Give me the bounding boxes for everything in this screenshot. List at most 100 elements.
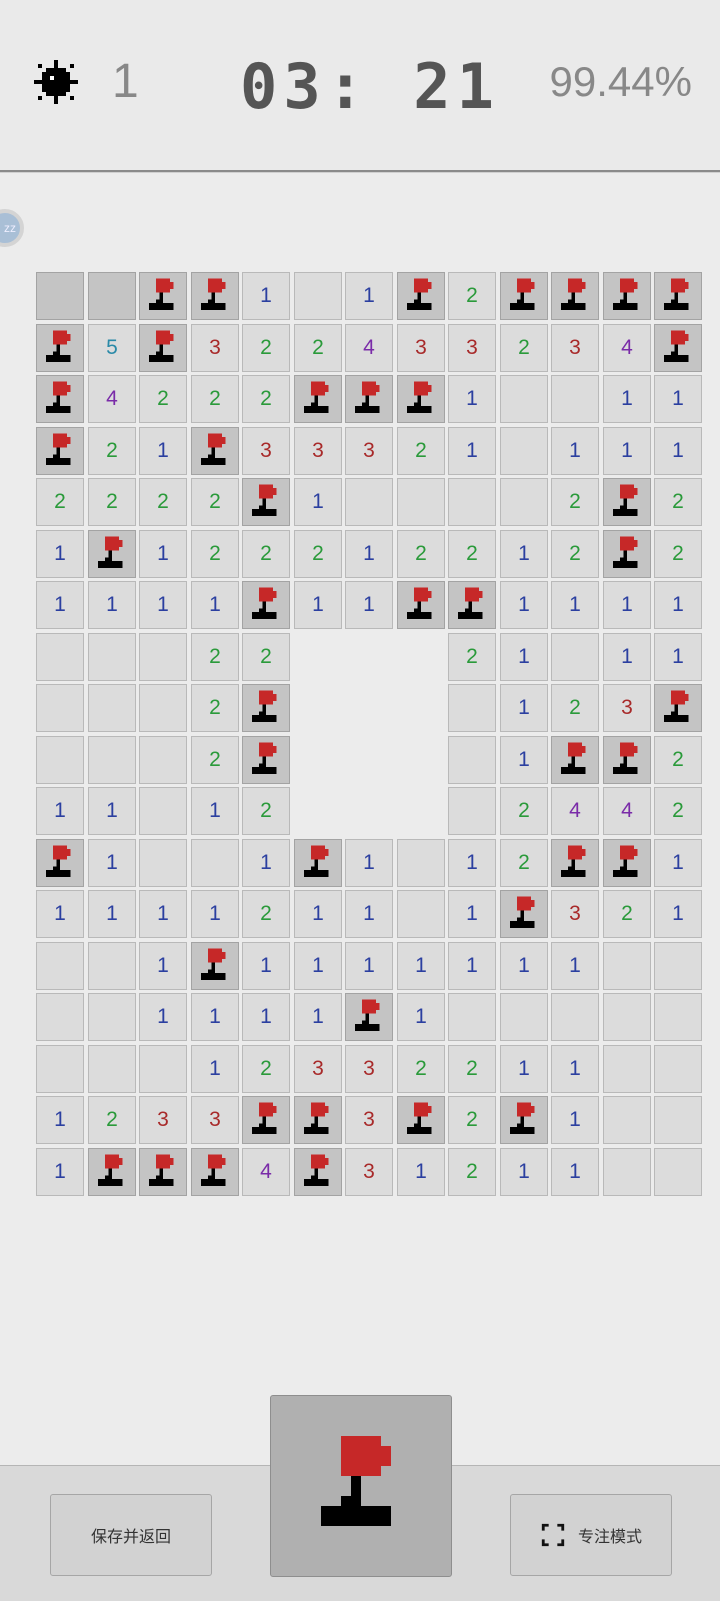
flagged-cell[interactable] xyxy=(654,684,702,732)
number-cell[interactable]: 2 xyxy=(242,530,290,578)
number-cell[interactable]: 2 xyxy=(242,1045,290,1093)
number-cell[interactable]: 1 xyxy=(139,427,187,475)
revealed-empty-cell[interactable] xyxy=(139,1045,187,1093)
revealed-empty-cell[interactable] xyxy=(139,684,187,732)
revealed-empty-cell[interactable] xyxy=(397,890,445,938)
number-cell[interactable]: 2 xyxy=(88,478,136,526)
revealed-empty-cell[interactable] xyxy=(448,993,496,1041)
number-cell[interactable]: 2 xyxy=(551,478,599,526)
number-cell[interactable]: 1 xyxy=(36,581,84,629)
flagged-cell[interactable] xyxy=(654,324,702,372)
revealed-empty-cell[interactable] xyxy=(500,375,548,423)
number-cell[interactable]: 2 xyxy=(448,1148,496,1196)
flagged-cell[interactable] xyxy=(294,1148,342,1196)
number-cell[interactable]: 2 xyxy=(191,633,239,681)
number-cell[interactable]: 1 xyxy=(448,839,496,887)
number-cell[interactable]: 2 xyxy=(448,272,496,320)
number-cell[interactable]: 2 xyxy=(191,684,239,732)
number-cell[interactable]: 2 xyxy=(551,684,599,732)
number-cell[interactable]: 1 xyxy=(88,787,136,835)
number-cell[interactable]: 2 xyxy=(242,890,290,938)
floating-sleep-badge[interactable]: zz xyxy=(0,209,24,247)
revealed-empty-cell[interactable] xyxy=(139,736,187,784)
number-cell[interactable]: 1 xyxy=(551,942,599,990)
revealed-empty-cell[interactable] xyxy=(139,787,187,835)
number-cell[interactable]: 4 xyxy=(345,324,393,372)
number-cell[interactable]: 1 xyxy=(654,427,702,475)
number-cell[interactable]: 1 xyxy=(345,890,393,938)
revealed-empty-cell[interactable] xyxy=(36,993,84,1041)
number-cell[interactable]: 1 xyxy=(88,839,136,887)
number-cell[interactable]: 3 xyxy=(603,684,651,732)
number-cell[interactable]: 3 xyxy=(345,1096,393,1144)
number-cell[interactable]: 1 xyxy=(397,1148,445,1196)
revealed-empty-cell[interactable] xyxy=(448,787,496,835)
flagged-cell[interactable] xyxy=(36,375,84,423)
number-cell[interactable]: 1 xyxy=(191,993,239,1041)
flagged-cell[interactable] xyxy=(242,684,290,732)
number-cell[interactable]: 2 xyxy=(397,530,445,578)
number-cell[interactable]: 1 xyxy=(500,736,548,784)
revealed-empty-cell[interactable] xyxy=(654,993,702,1041)
number-cell[interactable]: 1 xyxy=(139,942,187,990)
number-cell[interactable]: 1 xyxy=(551,581,599,629)
number-cell[interactable]: 1 xyxy=(294,993,342,1041)
flagged-cell[interactable] xyxy=(603,839,651,887)
number-cell[interactable]: 1 xyxy=(654,581,702,629)
number-cell[interactable]: 2 xyxy=(36,478,84,526)
number-cell[interactable]: 2 xyxy=(88,427,136,475)
number-cell[interactable]: 2 xyxy=(294,530,342,578)
flagged-cell[interactable] xyxy=(191,942,239,990)
revealed-empty-cell[interactable] xyxy=(654,1045,702,1093)
flagged-cell[interactable] xyxy=(191,272,239,320)
revealed-empty-cell[interactable] xyxy=(603,1148,651,1196)
revealed-empty-cell[interactable] xyxy=(551,375,599,423)
number-cell[interactable]: 2 xyxy=(654,736,702,784)
number-cell[interactable]: 1 xyxy=(88,890,136,938)
number-cell[interactable]: 1 xyxy=(551,427,599,475)
number-cell[interactable]: 1 xyxy=(345,272,393,320)
number-cell[interactable]: 3 xyxy=(551,324,599,372)
number-cell[interactable]: 1 xyxy=(603,633,651,681)
number-cell[interactable]: 2 xyxy=(551,530,599,578)
number-cell[interactable]: 1 xyxy=(654,890,702,938)
number-cell[interactable]: 1 xyxy=(242,993,290,1041)
flagged-cell[interactable] xyxy=(654,272,702,320)
number-cell[interactable]: 2 xyxy=(191,736,239,784)
number-cell[interactable]: 1 xyxy=(139,530,187,578)
revealed-empty-cell[interactable] xyxy=(448,736,496,784)
flagged-cell[interactable] xyxy=(242,478,290,526)
number-cell[interactable]: 1 xyxy=(500,684,548,732)
number-cell[interactable]: 1 xyxy=(36,787,84,835)
flag-mode-toggle[interactable] xyxy=(270,1395,452,1577)
number-cell[interactable]: 1 xyxy=(36,530,84,578)
flagged-cell[interactable] xyxy=(500,1096,548,1144)
number-cell[interactable]: 3 xyxy=(294,427,342,475)
flagged-cell[interactable] xyxy=(139,324,187,372)
number-cell[interactable]: 2 xyxy=(191,530,239,578)
number-cell[interactable]: 2 xyxy=(294,324,342,372)
number-cell[interactable]: 1 xyxy=(242,272,290,320)
revealed-empty-cell[interactable] xyxy=(397,839,445,887)
revealed-empty-cell[interactable] xyxy=(654,1096,702,1144)
flagged-cell[interactable] xyxy=(294,1096,342,1144)
revealed-empty-cell[interactable] xyxy=(603,1045,651,1093)
number-cell[interactable]: 1 xyxy=(654,839,702,887)
number-cell[interactable]: 1 xyxy=(36,1148,84,1196)
number-cell[interactable]: 1 xyxy=(36,890,84,938)
flagged-cell[interactable] xyxy=(397,375,445,423)
number-cell[interactable]: 4 xyxy=(88,375,136,423)
flagged-cell[interactable] xyxy=(191,1148,239,1196)
number-cell[interactable]: 3 xyxy=(139,1096,187,1144)
flagged-cell[interactable] xyxy=(500,272,548,320)
number-cell[interactable]: 2 xyxy=(654,787,702,835)
number-cell[interactable]: 1 xyxy=(397,993,445,1041)
number-cell[interactable]: 2 xyxy=(603,890,651,938)
number-cell[interactable]: 2 xyxy=(448,633,496,681)
number-cell[interactable]: 1 xyxy=(551,1096,599,1144)
number-cell[interactable]: 3 xyxy=(191,324,239,372)
flagged-cell[interactable] xyxy=(36,839,84,887)
flagged-cell[interactable] xyxy=(88,1148,136,1196)
number-cell[interactable]: 2 xyxy=(448,1045,496,1093)
revealed-empty-cell[interactable] xyxy=(88,993,136,1041)
